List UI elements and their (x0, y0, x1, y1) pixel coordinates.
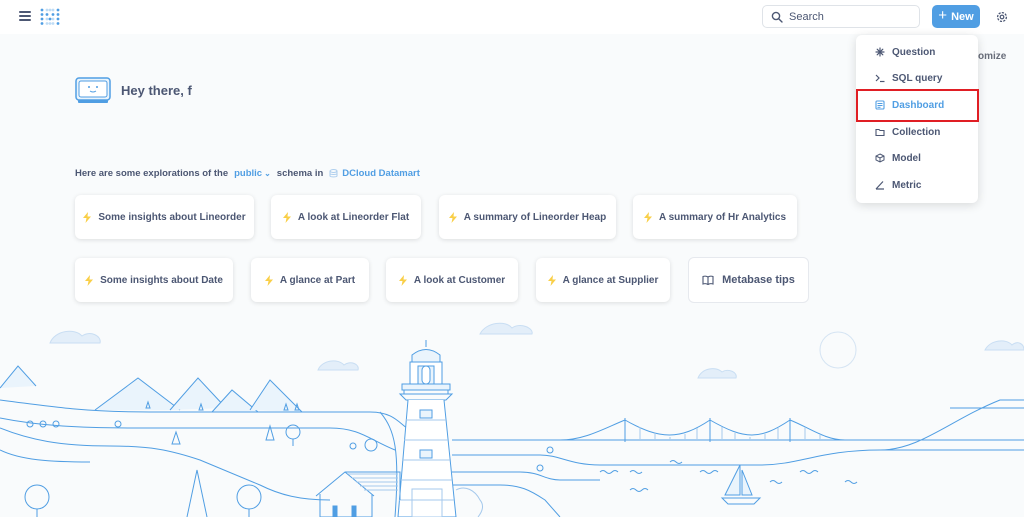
greeting-text: Hey there, f (121, 83, 192, 98)
sidebar-toggle-icon[interactable] (19, 11, 31, 21)
explorations-middle: schema in (276, 168, 324, 179)
search-icon (771, 11, 783, 23)
xray-card[interactable]: A summary of Hr Analytics (633, 195, 797, 239)
metabase-logo-icon[interactable] (40, 7, 60, 27)
bolt-icon (547, 274, 556, 286)
menu-item-label: Collection (892, 126, 941, 138)
menu-item-model[interactable]: Model (856, 146, 978, 170)
bolt-icon (282, 211, 291, 223)
chevron-down-icon[interactable]: ⌄ (264, 169, 271, 178)
model-icon (875, 153, 885, 163)
sql-icon (875, 74, 885, 83)
metabase-tips-label: Metabase tips (722, 274, 795, 286)
menu-item-metric[interactable]: Metric (856, 173, 978, 197)
menu-item-question[interactable]: Question (856, 40, 978, 64)
metabase-tips-button[interactable]: Metabase tips (688, 257, 809, 303)
menu-item-collection[interactable]: Collection (856, 120, 978, 144)
metric-icon (875, 181, 884, 190)
menu-item-label: Dashboard (892, 99, 945, 111)
xray-card[interactable]: A glance at Supplier (536, 258, 670, 302)
customize-link[interactable]: omize (978, 51, 1006, 62)
explorations-header: Here are some explorations of the public… (75, 168, 420, 179)
xray-card[interactable]: A summary of Lineorder Heap (439, 195, 616, 239)
xray-card-label: A summary of Lineorder Heap (463, 211, 607, 223)
folder-icon (875, 128, 885, 137)
xray-card[interactable]: A look at Lineorder Flat (271, 195, 421, 239)
menu-item-sql-query[interactable]: SQL query (856, 66, 978, 90)
dashboard-icon (875, 100, 885, 110)
xray-card-label: A look at Customer (413, 274, 506, 286)
database-link[interactable]: DCloud Datamart (342, 168, 420, 179)
xray-card-label: Some insights about Date (100, 274, 223, 286)
bolt-icon (643, 211, 652, 223)
search-bar[interactable] (762, 5, 920, 28)
menu-item-dashboard[interactable]: Dashboard (856, 93, 978, 117)
bolt-icon (264, 274, 273, 286)
lighthouse-illustration (0, 322, 1024, 517)
xray-card-label: A summary of Hr Analytics (658, 211, 787, 223)
xray-card[interactable]: A look at Customer (386, 258, 518, 302)
new-menu: Question SQL query Dashboard Collection … (856, 35, 978, 203)
explorations-prefix: Here are some explorations of the (75, 168, 229, 179)
top-navbar: + New (0, 0, 1024, 34)
new-button-label: New (951, 10, 974, 23)
xray-card-label: Some insights about Lineorder (98, 211, 246, 223)
insight-icon (875, 47, 885, 57)
xray-card[interactable]: Some insights about Date (75, 258, 233, 302)
schema-picker[interactable]: public (234, 168, 262, 179)
database-icon (329, 169, 338, 178)
menu-item-label: Model (892, 152, 921, 164)
xray-card-label: A glance at Supplier (562, 274, 659, 286)
xray-card-label: A glance at Part (279, 274, 356, 286)
bolt-icon (85, 274, 94, 286)
metabot-icon (75, 77, 111, 103)
book-icon (702, 275, 714, 285)
new-button[interactable]: + New (932, 5, 980, 28)
xray-card[interactable]: A glance at Part (251, 258, 369, 302)
search-input[interactable] (789, 10, 909, 23)
menu-item-label: SQL query (892, 72, 943, 84)
menu-item-label: Metric (892, 179, 922, 191)
bolt-icon (83, 211, 92, 223)
xray-card[interactable]: Some insights about Lineorder (75, 195, 254, 239)
menu-item-label: Question (892, 46, 936, 58)
bolt-icon (448, 211, 457, 223)
bolt-icon (398, 274, 407, 286)
gear-icon[interactable] (995, 10, 1009, 24)
xray-card-label: A look at Lineorder Flat (297, 211, 410, 223)
plus-icon: + (938, 7, 948, 24)
